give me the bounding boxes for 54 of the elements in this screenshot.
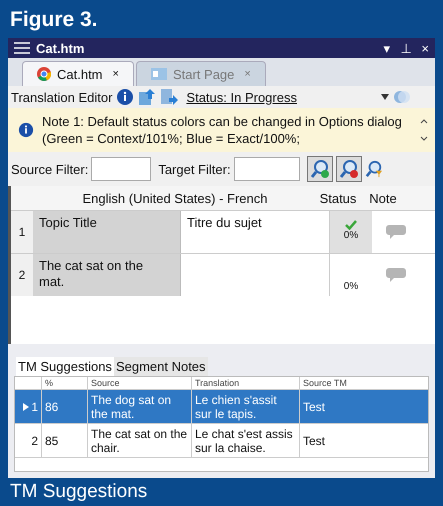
status-percent: 0% [344, 281, 358, 292]
row-pointer-icon [23, 402, 30, 410]
source-tm-cell: Test [299, 390, 428, 423]
percent-cell: 85 [41, 424, 87, 457]
target-cell[interactable]: Titre du sujet [181, 211, 329, 253]
percent-cell: 86 [41, 390, 87, 423]
filter-label: Target Filter: [158, 162, 231, 176]
document-arrow-icon[interactable] [160, 88, 178, 106]
browser-icon [37, 67, 51, 81]
row-number: 2 [11, 254, 33, 296]
column-header: English (United States) - French [82, 190, 268, 206]
source-tm-cell: Test [299, 424, 428, 457]
row-number: 1 [31, 400, 38, 414]
column-header: Source TM [299, 377, 428, 389]
source-filter-field[interactable] [91, 157, 152, 181]
upload-icon[interactable] [138, 88, 156, 106]
source-cell: The cat sat on the mat. [33, 254, 181, 296]
window-control[interactable]: ▾ [383, 40, 390, 56]
translation-cell: Le chien s'assit sur le tapis. [191, 390, 299, 423]
translation-cell: Le chat s'est assis sur la chaise. [191, 424, 299, 457]
search-filter-icon[interactable] [364, 160, 383, 178]
source-cell: Topic Title [33, 211, 181, 253]
clear-search-button[interactable] [336, 156, 362, 182]
panel-tab[interactable]: Segment Notes [114, 357, 208, 376]
status-dropdown[interactable]: Status: In Progress [186, 90, 297, 104]
document-tab[interactable]: Cat.htm × [22, 61, 134, 86]
page-icon [150, 68, 167, 80]
column-header: % [41, 377, 87, 389]
column-header: Note [368, 190, 398, 206]
suggestion-row[interactable]: 1 86 The dog sat on the mat. Le chien s'assit sur le tapis. Test [15, 390, 428, 424]
toolbar-label: Translation Editor [11, 90, 112, 104]
note-text: Note 1: Default status colors can be changed in Options dialog (Green = Context/101%; Blue = Exact/100%; [42, 113, 403, 147]
filter-label: Source Filter: [11, 162, 88, 176]
figure-caption: TM Suggestions [9, 480, 148, 504]
window-control[interactable]: ⊥ [400, 40, 412, 56]
row-number: 1 [11, 211, 33, 253]
panel-tab[interactable]: TM Suggestions [16, 357, 114, 376]
column-header: Status [318, 190, 358, 206]
column-header: Source [87, 377, 191, 389]
info-icon[interactable] [116, 88, 134, 106]
filter-search-button[interactable] [306, 156, 333, 182]
status-percent: 0% [344, 230, 358, 240]
info-icon [18, 122, 34, 138]
window-control[interactable]: × [421, 40, 429, 56]
figure-title: Figure 3. [9, 7, 99, 33]
menu-icon[interactable] [14, 42, 30, 54]
source-cell: The dog sat on the mat. [87, 390, 191, 423]
window-title: Cat.htm [36, 40, 84, 56]
row-number: 2 [31, 434, 38, 448]
check-icon [345, 220, 357, 230]
column-header: Translation [191, 377, 299, 389]
target-filter-field[interactable] [234, 157, 300, 181]
caret-icon[interactable] [380, 94, 389, 100]
source-cell: The cat sat on the chair. [87, 424, 191, 457]
